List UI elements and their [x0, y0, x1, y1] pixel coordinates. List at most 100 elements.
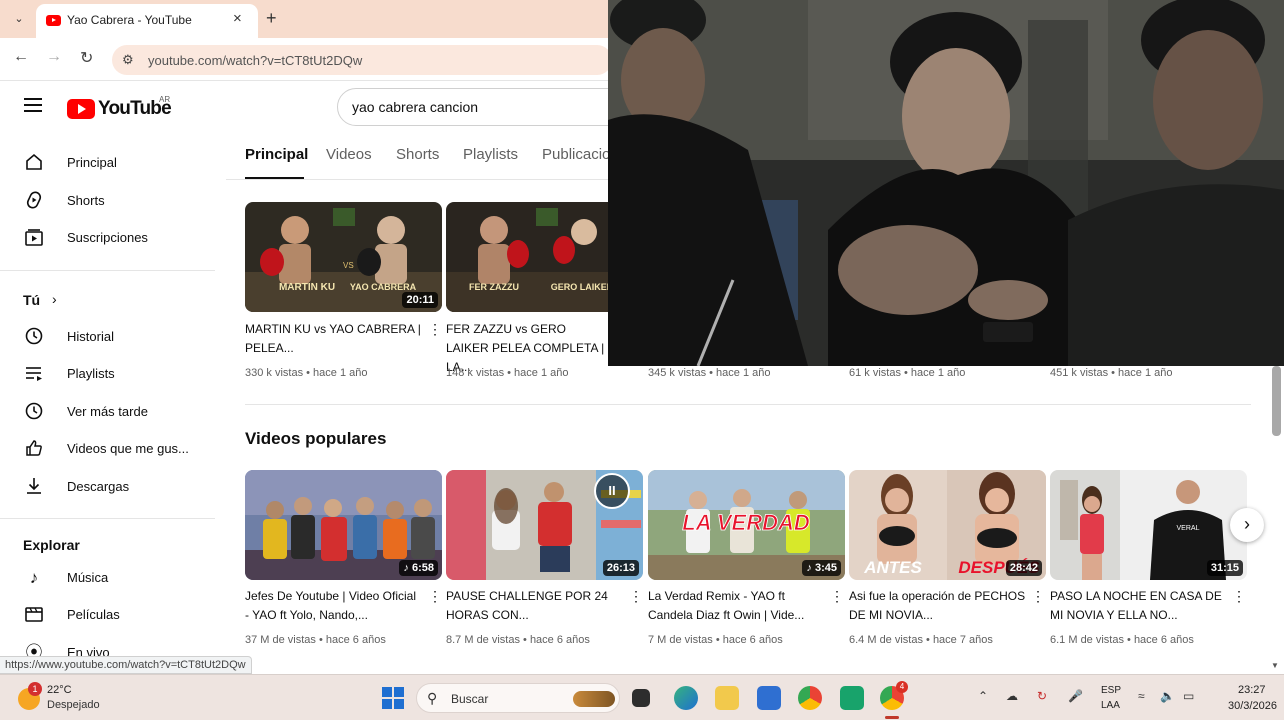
sidebar-item-historial[interactable]: Historial — [0, 318, 215, 355]
video-title[interactable]: La Verdad Remix - YAO ft Candela Diaz ft… — [648, 587, 826, 625]
tab-playlists[interactable]: Playlists — [463, 146, 518, 163]
video-meta: 8.7 M de vistas • hace 6 años — [446, 634, 590, 646]
video-thumbnail[interactable]: LA VERDAD ♪ 3:45 — [648, 470, 845, 580]
forward-arrow-icon[interactable]: → — [46, 48, 62, 66]
video-meta: 451 k vistas • hace 1 año — [1050, 367, 1173, 379]
video-title[interactable]: PASO LA NOCHE EN CASA DE MI NOVIA Y ELLA… — [1050, 587, 1228, 625]
wifi-icon[interactable]: ≈ — [1138, 689, 1145, 703]
sidebar-item-peliculas[interactable]: Películas — [0, 596, 215, 633]
close-tab-icon[interactable]: × — [233, 10, 242, 27]
edge-icon[interactable] — [674, 686, 698, 710]
weather-description[interactable]: Despejado — [47, 699, 100, 711]
search-highlight-image — [573, 691, 615, 707]
address-bar[interactable]: ⚙ youtube.com/watch?v=tCT8tUt2DQw — [112, 45, 612, 75]
sidebar-item-videos-que-me-gustan[interactable]: Videos que me gus... — [0, 430, 215, 467]
windows-start-icon[interactable] — [382, 687, 404, 709]
video-meta: 148 k vistas • hace 1 año — [446, 367, 569, 379]
video-meta: 345 k vistas • hace 1 año — [648, 367, 771, 379]
scrollbar-thumb[interactable] — [1272, 366, 1281, 436]
microsoft-store-icon[interactable] — [757, 686, 781, 710]
sidebar-item-suscripciones[interactable]: Suscripciones — [0, 219, 215, 256]
tab-principal[interactable]: Principal — [245, 146, 308, 163]
taskbar-search-placeholder: Buscar — [451, 692, 489, 706]
clock-time[interactable]: 23:27 — [1238, 684, 1266, 696]
video-title[interactable]: Jefes De Youtube | Video Oficial - YAO f… — [245, 587, 423, 625]
music-note-icon: ♪ — [403, 562, 412, 574]
clock-date[interactable]: 30/3/2026 — [1228, 700, 1277, 712]
sync-icon[interactable]: ↻ — [1037, 689, 1047, 703]
carousel-next-arrow-icon[interactable]: › — [1230, 508, 1264, 542]
sidebar-item-label: Suscripciones — [67, 230, 148, 245]
pause-icon[interactable]: II — [594, 473, 630, 509]
sidebar-item-ver-mas-tarde[interactable]: Ver más tarde — [0, 393, 215, 430]
thumbnail-text: VERAL — [1177, 525, 1200, 532]
more-options-icon[interactable]: ⋮ — [629, 589, 643, 603]
keyboard-layout-indicator[interactable]: LAA — [1101, 700, 1120, 711]
video-thumbnail[interactable]: FER ZAZZU GERO LAIKER — [446, 202, 608, 312]
video-thumbnail[interactable]: VERAL 31:15 — [1050, 470, 1247, 580]
onedrive-icon[interactable]: ☁ — [1006, 689, 1018, 703]
task-view-icon[interactable] — [632, 689, 650, 707]
search-icon: ⚲ — [427, 690, 438, 706]
new-tab-plus-icon[interactable]: + — [266, 8, 277, 28]
tab-search-chevron-icon[interactable]: ⌄ — [8, 8, 30, 30]
sidebar-item-label: Ver más tarde — [67, 404, 148, 419]
you-section-heading[interactable]: Tú — [23, 292, 40, 308]
tray-overflow-chevron-icon[interactable]: ⌃ — [978, 689, 988, 703]
sidebar-item-principal[interactable]: Principal — [0, 144, 215, 181]
subscriptions-icon — [23, 227, 45, 249]
volume-icon[interactable]: 🔈 — [1160, 689, 1175, 703]
video-thumbnail[interactable]: ♪ 6:58 — [245, 470, 442, 580]
playlists-icon — [23, 363, 45, 385]
video-title[interactable]: PAUSE CHALLENGE POR 24 HORAS CON... — [446, 587, 624, 625]
like-icon — [23, 438, 45, 460]
thumbnail-text: GERO LAIKER — [551, 282, 608, 292]
video-title[interactable]: Asi fue la operación de PECHOS DE MI NOV… — [849, 587, 1027, 625]
weather-temperature[interactable]: 22°C — [47, 684, 72, 696]
url-text[interactable]: youtube.com/watch?v=tCT8tUt2DQw — [148, 53, 362, 68]
taskbar-search-input[interactable]: ⚲ Buscar — [416, 683, 620, 713]
sidebar-item-label: En vivo — [67, 645, 110, 656]
windows-taskbar: 1 22°C Despejado ⚲ Buscar 4 ⌃ ☁ ↻ 🎤 ESP … — [0, 674, 1284, 720]
sidebar-divider — [0, 518, 215, 519]
file-explorer-icon[interactable] — [715, 686, 739, 710]
history-icon — [23, 326, 45, 348]
movies-icon — [23, 604, 45, 626]
tab-videos[interactable]: Videos — [326, 146, 372, 163]
watch-later-icon — [23, 401, 45, 423]
more-options-icon[interactable]: ⋮ — [1031, 589, 1045, 603]
microphone-icon[interactable]: 🎤 — [1068, 689, 1083, 703]
hamburger-menu-icon[interactable] — [24, 98, 42, 116]
browser-tab[interactable]: Yao Cabrera - YouTube × — [36, 4, 258, 38]
sidebar-item-label: Películas — [67, 607, 120, 622]
tab-publicaciones[interactable]: Publicacio — [542, 146, 610, 163]
app-icon[interactable] — [840, 686, 864, 710]
video-thumbnail[interactable]: ANTES DESPUÉS 28:42 — [849, 470, 1046, 580]
battery-icon[interactable]: ▭ — [1183, 689, 1194, 703]
chevron-right-icon[interactable]: › — [52, 291, 57, 307]
search-input[interactable]: yao cabrera cancion — [337, 88, 627, 126]
chrome-icon[interactable] — [798, 686, 822, 710]
sidebar-item-musica[interactable]: ♪ Música — [0, 559, 215, 596]
sidebar-item-shorts[interactable]: Shorts — [0, 182, 215, 219]
chrome-badge: 4 — [896, 681, 908, 693]
language-indicator[interactable]: ESP — [1101, 685, 1121, 696]
reload-icon[interactable]: ↻ — [80, 48, 93, 68]
more-options-icon[interactable]: ⋮ — [830, 589, 844, 603]
music-note-icon: ♪ — [806, 562, 815, 574]
more-options-icon[interactable]: ⋮ — [428, 589, 442, 603]
scroll-down-arrow-icon[interactable]: ▼ — [1271, 661, 1279, 670]
video-duration: 28:42 — [1005, 560, 1042, 576]
search-query[interactable]: yao cabrera cancion — [352, 99, 478, 115]
sidebar-item-en-vivo[interactable]: ⦿ En vivo — [0, 634, 215, 656]
tab-shorts[interactable]: Shorts — [396, 146, 439, 163]
more-options-icon[interactable]: ⋮ — [428, 322, 442, 336]
webcam-overlay — [608, 0, 1284, 366]
more-options-icon[interactable]: ⋮ — [1232, 589, 1246, 603]
sidebar-item-descargas[interactable]: Descargas — [0, 468, 215, 505]
video-thumbnail[interactable]: VS MARTIN KU YAO CABRERA 20:11 — [245, 202, 442, 312]
video-title[interactable]: MARTIN KU vs YAO CABRERA | PELEA... — [245, 320, 423, 358]
site-info-icon[interactable]: ⚙ — [122, 52, 134, 68]
back-arrow-icon[interactable]: ← — [13, 48, 29, 66]
sidebar-item-playlists[interactable]: Playlists — [0, 355, 215, 392]
